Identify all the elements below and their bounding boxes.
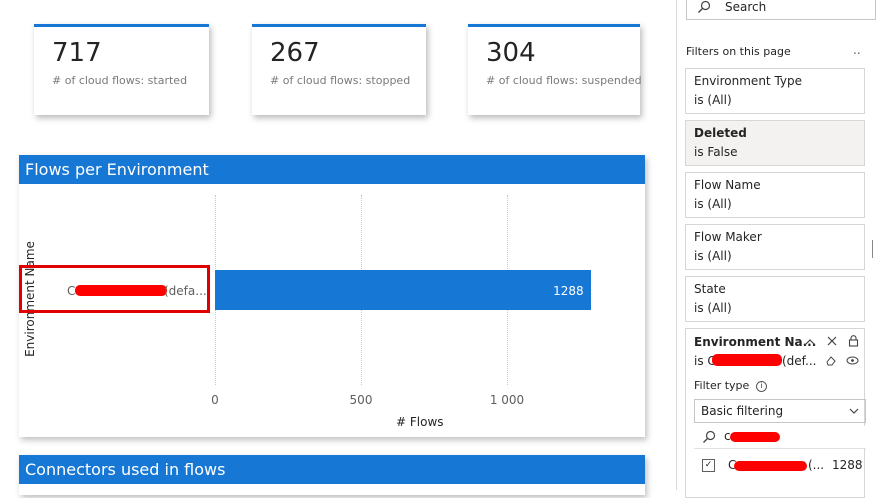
pane-collapse-handle[interactable]	[872, 240, 876, 258]
search-icon	[703, 430, 716, 443]
x-tick-label: 0	[211, 393, 219, 407]
redacted-text	[75, 285, 167, 296]
x-tick-label: 500	[349, 393, 373, 407]
kpi-value: 267	[270, 38, 320, 68]
kpi-card-started[interactable]: 717 # of cloud flows: started	[34, 24, 209, 115]
filter-type-dropdown[interactable]: Basic filtering	[694, 399, 866, 423]
bar-environment[interactable]	[215, 270, 592, 310]
filter-search-box[interactable]: Search	[686, 0, 876, 20]
x-axis-title: # Flows	[396, 415, 444, 429]
redacted-text	[712, 354, 782, 366]
filter-card-flow-name[interactable]: Flow Name is (All)	[685, 172, 865, 218]
kpi-label: # of cloud flows: stopped	[270, 74, 411, 87]
filter-card-flow-maker[interactable]: Flow Maker is (All)	[685, 224, 865, 270]
connectors-chart[interactable]: Connectors used in flows	[19, 455, 645, 495]
search-placeholder: Search	[725, 0, 767, 14]
info-icon: i	[755, 381, 767, 392]
search-icon	[698, 0, 711, 13]
eye-icon[interactable]	[846, 356, 859, 365]
bar-data-label: 1288	[553, 284, 584, 298]
filter-list-item[interactable]: ✓ C (... 1288	[694, 457, 866, 477]
collapse-icon[interactable]	[804, 337, 816, 347]
x-tick-label: 1 000	[489, 393, 525, 407]
filter-card-environment-name[interactable]: Environment Na... is C (def... Filter ty…	[685, 328, 866, 498]
lock-icon[interactable]	[848, 335, 859, 347]
kpi-label: # of cloud flows: suspended	[486, 74, 642, 87]
flows-per-environment-chart[interactable]: Flows per Environment Environment Name 1…	[19, 155, 645, 437]
kpi-value: 304	[486, 38, 536, 68]
kpi-card-suspended[interactable]: 304 # of cloud flows: suspended	[468, 24, 642, 115]
chart-title: Connectors used in flows	[19, 455, 645, 484]
filter-search-input[interactable]: c	[694, 426, 866, 449]
filter-type-label: Filter type i	[694, 379, 767, 392]
redacted-text	[734, 461, 807, 471]
chevron-down-icon	[849, 408, 859, 414]
filters-header: Filters on this page	[686, 45, 791, 58]
filter-card-state[interactable]: State is (All)	[685, 276, 865, 322]
more-options-icon[interactable]: ..	[853, 43, 861, 57]
redacted-text	[730, 432, 780, 442]
clear-filter-icon[interactable]	[827, 336, 837, 346]
eraser-icon[interactable]	[825, 355, 837, 366]
filter-value: is C (def...	[694, 354, 817, 368]
category-label[interactable]: C (defa...	[67, 284, 207, 298]
checkbox-checked[interactable]: ✓	[702, 459, 715, 472]
filter-card-environment-type[interactable]: Environment Type is (All)	[685, 68, 865, 114]
kpi-value: 717	[52, 38, 102, 68]
kpi-label: # of cloud flows: started	[52, 74, 188, 87]
kpi-card-stopped[interactable]: 267 # of cloud flows: stopped	[252, 24, 426, 115]
filter-card-deleted[interactable]: Deleted is False	[685, 120, 865, 166]
